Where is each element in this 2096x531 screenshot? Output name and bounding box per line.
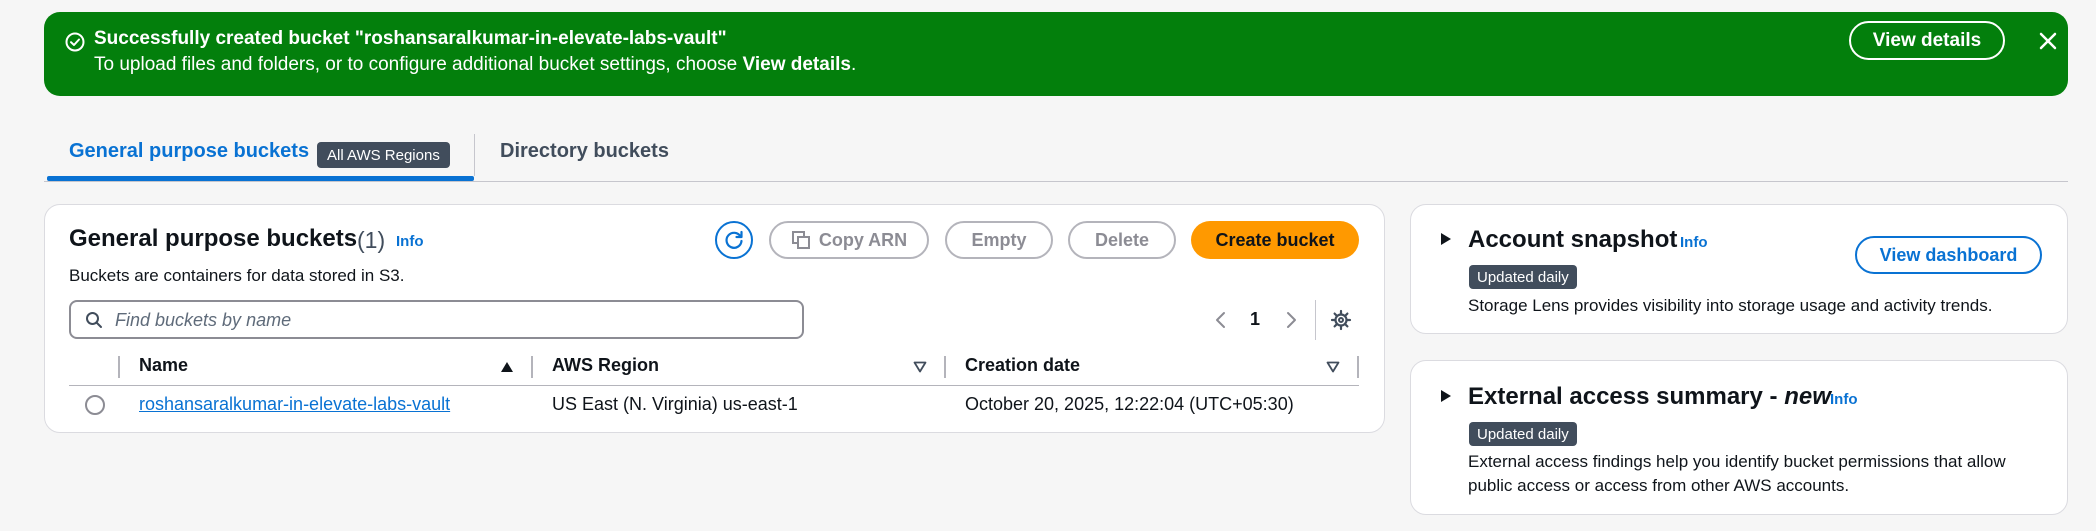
external-description-line1: External access findings help you identi…: [1468, 452, 2006, 471]
region-badge: All AWS Regions: [317, 142, 450, 168]
external-updated-badge: Updated daily: [1469, 422, 1577, 446]
copy-arn-label: Copy ARN: [818, 229, 908, 250]
bucket-name-link[interactable]: roshansaralkumar-in-elevate-labs-vault: [139, 394, 450, 415]
table-header-line: [69, 385, 1359, 386]
copy-icon: [791, 230, 811, 250]
search-icon: [85, 311, 103, 329]
column-divider: [531, 356, 533, 378]
snapshot-info-link[interactable]: Info: [1680, 234, 1708, 251]
tab-directory-buckets[interactable]: Directory buckets: [500, 140, 669, 163]
column-header-name[interactable]: Name: [139, 355, 188, 376]
view-details-button[interactable]: View details: [1849, 21, 2005, 60]
page-number[interactable]: 1: [1250, 309, 1260, 330]
success-flash-banner: Successfully created bucket "roshansaral…: [44, 12, 2068, 96]
delete-button[interactable]: Delete: [1068, 221, 1176, 259]
sort-down-icon[interactable]: [1326, 361, 1340, 373]
panel-title: General purpose buckets: [69, 225, 358, 252]
tab-general-purpose-buckets[interactable]: General purpose buckets: [69, 140, 309, 163]
external-access-title[interactable]: External access summary - new: [1468, 383, 1831, 411]
bucket-creation-date: October 20, 2025, 12:22:04 (UTC+05:30): [965, 394, 1294, 414]
panel-description: Buckets are containers for data stored i…: [69, 266, 405, 285]
search-field[interactable]: [69, 300, 804, 339]
sort-ascending-icon[interactable]: [500, 361, 514, 373]
external-description-line2: public access or access from other AWS a…: [1468, 476, 1850, 495]
snapshot-description: Storage Lens provides visibility into st…: [1468, 296, 1993, 315]
close-icon[interactable]: [2035, 28, 2061, 54]
chevron-right-icon[interactable]: [1283, 310, 1299, 330]
create-bucket-button[interactable]: Create bucket: [1191, 221, 1359, 259]
copy-arn-button[interactable]: Copy ARN: [769, 221, 929, 259]
view-dashboard-button[interactable]: View dashboard: [1855, 236, 2042, 274]
bucket-count: (1): [357, 227, 386, 253]
sort-down-icon[interactable]: [913, 361, 927, 373]
caret-right-icon[interactable]: [1440, 232, 1452, 246]
tab-divider: [474, 134, 475, 176]
tabs-divider-line: [44, 181, 2068, 182]
column-header-creation-date[interactable]: Creation date: [965, 355, 1080, 376]
column-divider: [1357, 356, 1359, 378]
check-circle-icon: [64, 31, 86, 53]
chevron-left-icon[interactable]: [1213, 310, 1229, 330]
caret-right-icon[interactable]: [1440, 389, 1452, 403]
external-info-link[interactable]: Info: [1830, 391, 1858, 408]
flash-title: Successfully created bucket "roshansaral…: [94, 28, 727, 49]
flash-message: To upload files and folders, or to confi…: [94, 54, 857, 75]
row-select-radio[interactable]: [85, 395, 105, 415]
column-divider: [944, 356, 946, 378]
pager-divider: [1315, 300, 1316, 340]
gear-icon[interactable]: [1330, 309, 1352, 331]
refresh-button[interactable]: [715, 221, 753, 259]
snapshot-updated-badge: Updated daily: [1469, 265, 1577, 289]
search-input[interactable]: [115, 308, 775, 332]
column-divider: [118, 356, 120, 378]
empty-button[interactable]: Empty: [945, 221, 1053, 259]
bucket-region: US East (N. Virginia) us-east-1: [552, 394, 798, 414]
panel-info-link[interactable]: Info: [396, 233, 424, 250]
refresh-icon: [722, 228, 746, 252]
account-snapshot-title[interactable]: Account snapshot: [1468, 226, 1677, 254]
column-header-region[interactable]: AWS Region: [552, 355, 659, 376]
